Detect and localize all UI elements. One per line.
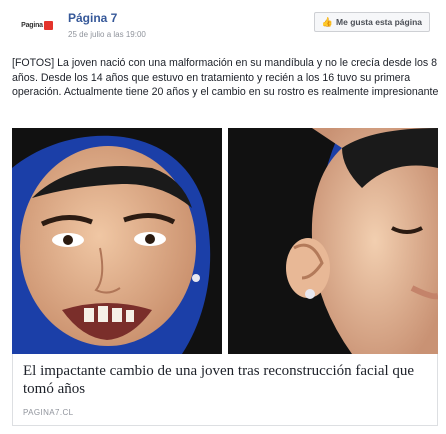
logo-square-icon [43, 20, 53, 30]
page-name-link[interactable]: Página 7 [68, 11, 117, 25]
post-header: Pagina Página 7 25 de julio a las 19:00 … [12, 8, 436, 44]
post-message: [FOTOS] La joven nació con una malformac… [12, 57, 439, 99]
like-page-label: Me gusta esta página [336, 17, 422, 27]
page-avatar[interactable]: Pagina [18, 10, 56, 40]
post-timestamp[interactable]: 25 de julio a las 19:00 [68, 30, 146, 39]
link-preview-card[interactable]: El impactante cambio de una joven tras r… [12, 354, 438, 426]
link-domain: PAGINA7.CL [23, 408, 74, 417]
like-page-button[interactable]: 👍 Me gusta esta página [313, 12, 430, 32]
thumbs-up-icon: 👍 [321, 16, 334, 27]
before-after-photo [12, 128, 438, 354]
avatar-logo-text: Pagina [21, 21, 43, 29]
facebook-post: Pagina Página 7 25 de julio a las 19:00 … [0, 0, 446, 434]
link-title[interactable]: El impactante cambio de una joven tras r… [23, 362, 431, 398]
link-preview-image[interactable] [12, 128, 438, 354]
